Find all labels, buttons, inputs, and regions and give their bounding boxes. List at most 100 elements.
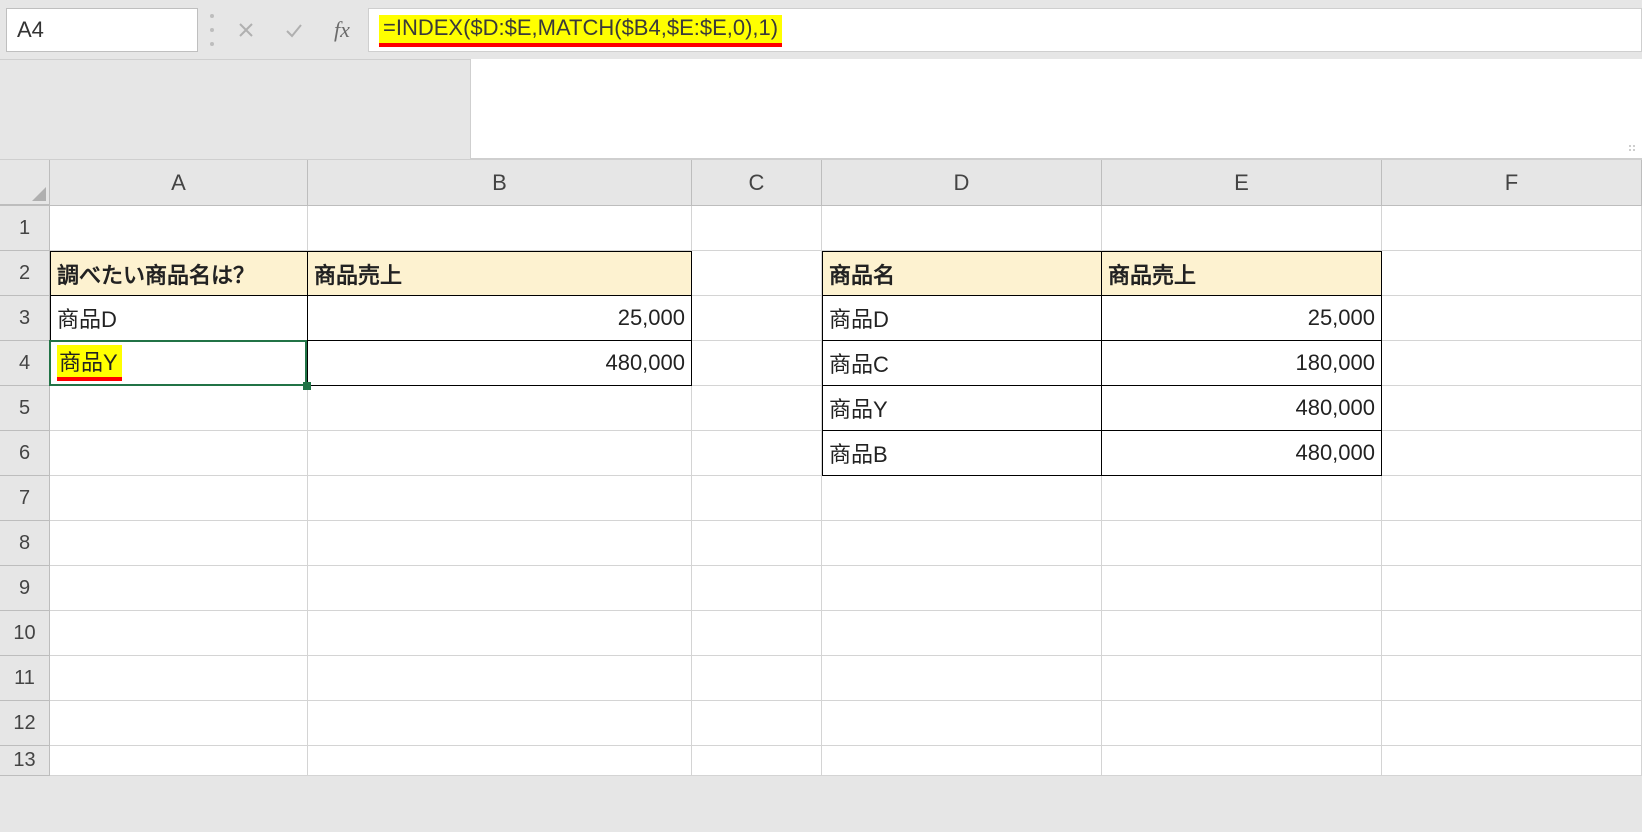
insert-function-button[interactable]: fx bbox=[318, 8, 366, 52]
cell-F9[interactable] bbox=[1382, 566, 1642, 611]
col-header-D[interactable]: D bbox=[822, 160, 1102, 205]
formula-bar-grip[interactable] bbox=[210, 14, 216, 46]
row-header-10[interactable]: 10 bbox=[0, 611, 50, 656]
cell-A8[interactable] bbox=[50, 521, 308, 566]
cell-B5[interactable] bbox=[308, 386, 692, 431]
cell-C3[interactable] bbox=[692, 296, 822, 341]
cell-F13[interactable] bbox=[1382, 746, 1642, 776]
cell-C10[interactable] bbox=[692, 611, 822, 656]
cell-F11[interactable] bbox=[1382, 656, 1642, 701]
cell-B4[interactable]: 480,000 bbox=[308, 341, 692, 386]
cell-D10[interactable] bbox=[822, 611, 1102, 656]
cell-B2[interactable]: 商品売上 bbox=[308, 251, 692, 296]
col-header-A[interactable]: A bbox=[50, 160, 308, 205]
cell-A1[interactable] bbox=[50, 206, 308, 251]
cell-C13[interactable] bbox=[692, 746, 822, 776]
cell-E10[interactable] bbox=[1102, 611, 1382, 656]
cell-D3[interactable]: 商品D bbox=[822, 296, 1102, 341]
cell-E4[interactable]: 180,000 bbox=[1102, 341, 1382, 386]
cell-C6[interactable] bbox=[692, 431, 822, 476]
cell-E8[interactable] bbox=[1102, 521, 1382, 566]
cell-E1[interactable] bbox=[1102, 206, 1382, 251]
name-box[interactable] bbox=[6, 8, 198, 52]
cell-E7[interactable] bbox=[1102, 476, 1382, 521]
col-header-B[interactable]: B bbox=[308, 160, 692, 205]
cell-C2[interactable] bbox=[692, 251, 822, 296]
cell-D11[interactable] bbox=[822, 656, 1102, 701]
col-header-E[interactable]: E bbox=[1102, 160, 1382, 205]
formula-bar-expand-handle[interactable] bbox=[1628, 144, 1638, 154]
row-header-13[interactable]: 13 bbox=[0, 746, 50, 776]
formula-input[interactable]: =INDEX($D:$E,MATCH($B4,$E:$E,0),1) bbox=[369, 9, 1641, 51]
cell-A3[interactable]: 商品D bbox=[50, 296, 308, 341]
cell-D1[interactable] bbox=[822, 206, 1102, 251]
cell-F7[interactable] bbox=[1382, 476, 1642, 521]
cell-F12[interactable] bbox=[1382, 701, 1642, 746]
cell-D12[interactable] bbox=[822, 701, 1102, 746]
cell-A5[interactable] bbox=[50, 386, 308, 431]
cell-A9[interactable] bbox=[50, 566, 308, 611]
col-header-F[interactable]: F bbox=[1382, 160, 1642, 205]
cell-A6[interactable] bbox=[50, 431, 308, 476]
row-header-8[interactable]: 8 bbox=[0, 521, 50, 566]
cell-F1[interactable] bbox=[1382, 206, 1642, 251]
cell-B11[interactable] bbox=[308, 656, 692, 701]
cell-F6[interactable] bbox=[1382, 431, 1642, 476]
cell-D2[interactable]: 商品名 bbox=[822, 251, 1102, 296]
col-header-C[interactable]: C bbox=[692, 160, 822, 205]
row-header-4[interactable]: 4 bbox=[0, 341, 50, 386]
cell-C8[interactable] bbox=[692, 521, 822, 566]
cell-A13[interactable] bbox=[50, 746, 308, 776]
cell-F3[interactable] bbox=[1382, 296, 1642, 341]
cell-A4[interactable]: 商品Y bbox=[50, 341, 308, 386]
cell-D6[interactable]: 商品B bbox=[822, 431, 1102, 476]
cell-B9[interactable] bbox=[308, 566, 692, 611]
cell-C7[interactable] bbox=[692, 476, 822, 521]
cell-D13[interactable] bbox=[822, 746, 1102, 776]
cell-E9[interactable] bbox=[1102, 566, 1382, 611]
formula-input-wrap[interactable]: =INDEX($D:$E,MATCH($B4,$E:$E,0),1) bbox=[368, 8, 1642, 52]
cell-F5[interactable] bbox=[1382, 386, 1642, 431]
cell-F4[interactable] bbox=[1382, 341, 1642, 386]
cell-A12[interactable] bbox=[50, 701, 308, 746]
cell-D7[interactable] bbox=[822, 476, 1102, 521]
cell-E5[interactable]: 480,000 bbox=[1102, 386, 1382, 431]
cell-B13[interactable] bbox=[308, 746, 692, 776]
select-all-corner[interactable] bbox=[0, 160, 50, 205]
row-header-5[interactable]: 5 bbox=[0, 386, 50, 431]
cell-F8[interactable] bbox=[1382, 521, 1642, 566]
cell-C11[interactable] bbox=[692, 656, 822, 701]
cell-E6[interactable]: 480,000 bbox=[1102, 431, 1382, 476]
cell-A7[interactable] bbox=[50, 476, 308, 521]
cell-E11[interactable] bbox=[1102, 656, 1382, 701]
cell-C4[interactable] bbox=[692, 341, 822, 386]
cell-B6[interactable] bbox=[308, 431, 692, 476]
cell-A10[interactable] bbox=[50, 611, 308, 656]
cell-B3[interactable]: 25,000 bbox=[308, 296, 692, 341]
cell-D5[interactable]: 商品Y bbox=[822, 386, 1102, 431]
row-header-2[interactable]: 2 bbox=[0, 251, 50, 296]
cell-C1[interactable] bbox=[692, 206, 822, 251]
cell-F2[interactable] bbox=[1382, 251, 1642, 296]
cell-E3[interactable]: 25,000 bbox=[1102, 296, 1382, 341]
row-header-3[interactable]: 3 bbox=[0, 296, 50, 341]
cell-D8[interactable] bbox=[822, 521, 1102, 566]
row-header-11[interactable]: 11 bbox=[0, 656, 50, 701]
cell-E13[interactable] bbox=[1102, 746, 1382, 776]
cell-E2[interactable]: 商品売上 bbox=[1102, 251, 1382, 296]
cell-D4[interactable]: 商品C bbox=[822, 341, 1102, 386]
row-header-7[interactable]: 7 bbox=[0, 476, 50, 521]
cell-B7[interactable] bbox=[308, 476, 692, 521]
row-header-6[interactable]: 6 bbox=[0, 431, 50, 476]
cell-B12[interactable] bbox=[308, 701, 692, 746]
cell-B10[interactable] bbox=[308, 611, 692, 656]
cell-E12[interactable] bbox=[1102, 701, 1382, 746]
cell-C12[interactable] bbox=[692, 701, 822, 746]
cell-B8[interactable] bbox=[308, 521, 692, 566]
row-header-12[interactable]: 12 bbox=[0, 701, 50, 746]
row-header-1[interactable]: 1 bbox=[0, 206, 50, 251]
cell-A11[interactable] bbox=[50, 656, 308, 701]
cell-C5[interactable] bbox=[692, 386, 822, 431]
cell-D9[interactable] bbox=[822, 566, 1102, 611]
formula-bar-expanded-white[interactable] bbox=[470, 59, 1642, 159]
